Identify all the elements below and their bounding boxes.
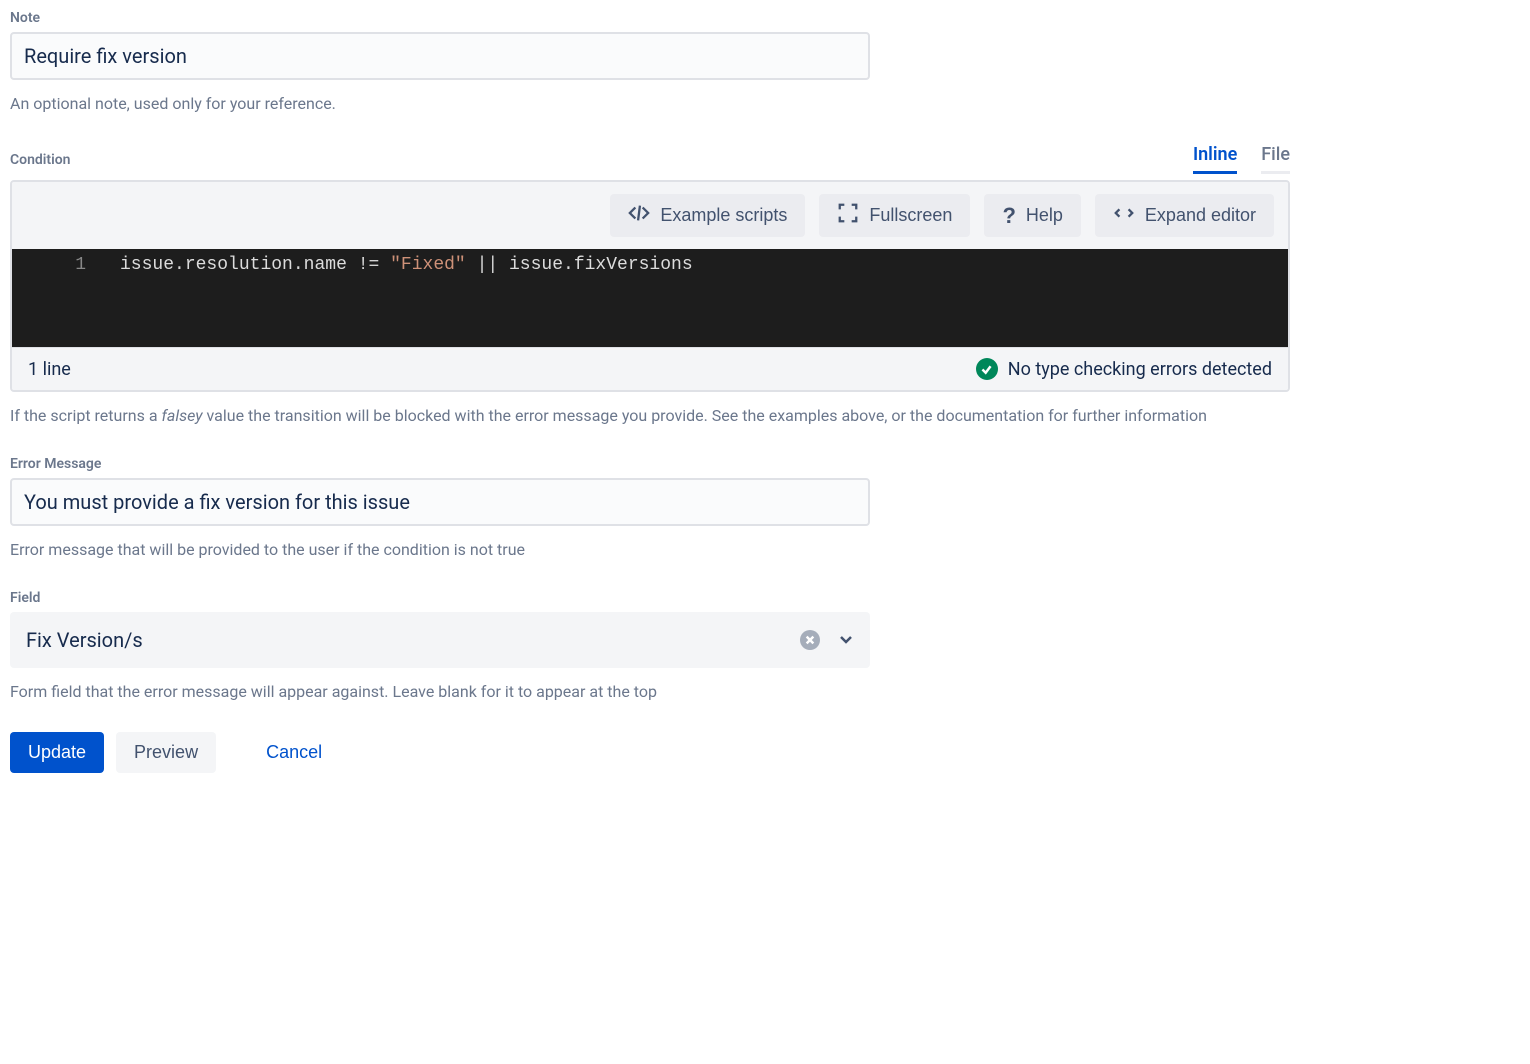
- fullscreen-label: Fullscreen: [869, 205, 952, 226]
- code-icon: [628, 202, 650, 229]
- expand-icon: [1113, 202, 1135, 229]
- line-count: 1 line: [28, 359, 71, 380]
- field-help: Form field that the error message will a…: [10, 680, 1300, 704]
- tab-file[interactable]: File: [1261, 144, 1290, 174]
- line-number: 1: [12, 249, 102, 347]
- chevron-down-icon: [838, 628, 854, 652]
- field-select-value: Fix Version/s: [26, 628, 143, 652]
- field-select[interactable]: Fix Version/s: [10, 612, 870, 668]
- code-line: issue.resolution.name != "Fixed" || issu…: [102, 249, 693, 347]
- status-message: No type checking errors detected: [1008, 359, 1272, 380]
- expand-editor-label: Expand editor: [1145, 205, 1256, 226]
- example-scripts-label: Example scripts: [660, 205, 787, 226]
- tab-inline[interactable]: Inline: [1193, 144, 1237, 174]
- help-button[interactable]: ? Help: [984, 194, 1080, 237]
- condition-editor: Example scripts Fullscreen ? Help Ex: [10, 180, 1290, 392]
- note-input[interactable]: Require fix version: [10, 32, 870, 80]
- clear-icon[interactable]: [800, 630, 820, 650]
- field-label: Field: [10, 590, 1300, 606]
- footer-actions: Update Preview Cancel: [10, 732, 1300, 773]
- note-help: An optional note, used only for your ref…: [10, 92, 1300, 116]
- question-icon: ?: [1002, 203, 1015, 229]
- editor-status-bar: 1 line No type checking errors detected: [12, 347, 1288, 390]
- update-button[interactable]: Update: [10, 732, 104, 773]
- help-label: Help: [1026, 205, 1063, 226]
- error-message-input[interactable]: You must provide a fix version for this …: [10, 478, 870, 526]
- example-scripts-button[interactable]: Example scripts: [610, 194, 805, 237]
- error-message-help: Error message that will be provided to t…: [10, 538, 1300, 562]
- condition-label: Condition: [10, 152, 71, 168]
- error-message-label: Error Message: [10, 456, 1300, 472]
- fullscreen-icon: [837, 202, 859, 229]
- cancel-button[interactable]: Cancel: [248, 732, 340, 773]
- code-editor[interactable]: 1 issue.resolution.name != "Fixed" || is…: [12, 249, 1288, 347]
- editor-toolbar: Example scripts Fullscreen ? Help Ex: [12, 182, 1288, 249]
- fullscreen-button[interactable]: Fullscreen: [819, 194, 970, 237]
- editor-tabs: Inline File: [1193, 144, 1290, 174]
- note-label: Note: [10, 10, 1300, 26]
- condition-help: If the script returns a falsey value the…: [10, 404, 1300, 428]
- check-circle-icon: [976, 358, 998, 380]
- expand-editor-button[interactable]: Expand editor: [1095, 194, 1274, 237]
- preview-button[interactable]: Preview: [116, 732, 216, 773]
